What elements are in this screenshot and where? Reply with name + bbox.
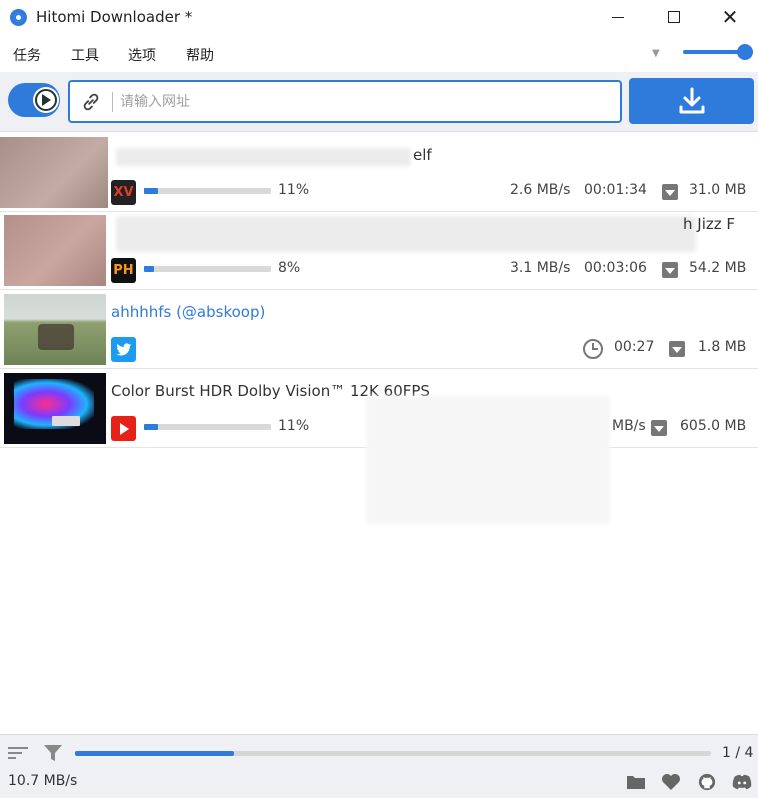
download-title: h Jizz F [683, 215, 736, 233]
title-bar: Hitomi Downloader * ✕ [0, 0, 758, 34]
progress-fill [144, 188, 158, 194]
blurred-title [116, 148, 411, 166]
window-title: Hitomi Downloader * [36, 8, 193, 26]
progress-bar [144, 266, 271, 272]
progress-percent: 11% [278, 418, 310, 434]
thumbnail [4, 294, 106, 365]
file-size-icon [662, 184, 678, 200]
file-size: 1.8 MB [698, 339, 747, 355]
progress-bar [144, 424, 271, 430]
eta: 00:01:34 [584, 182, 647, 198]
clock-icon [583, 339, 603, 359]
download-row[interactable]: h Jizz F PH 8% 3.1 MB/s 00:03:06 54.2 MB [0, 212, 758, 290]
heart-icon[interactable] [661, 773, 681, 791]
download-speed: 3.1 MB/s [510, 260, 571, 276]
blurred-title [116, 216, 696, 252]
file-size: 31.0 MB [689, 182, 747, 198]
clipboard-toggle[interactable] [8, 83, 60, 117]
progress-bar [144, 188, 271, 194]
duration: 00:27 [614, 339, 655, 355]
toolbar [0, 72, 758, 132]
file-size-icon [669, 341, 685, 357]
download-row[interactable]: ahhhhfs (@abskoop) 00:27 1.8 MB [0, 291, 758, 369]
thumbnail [4, 373, 106, 444]
progress-percent: 11% [278, 182, 310, 198]
progress-fill [144, 424, 158, 430]
thumbnail [4, 215, 106, 286]
download-row[interactable]: Color Burst HDR Dolby Vision™ 12K 60FPS … [0, 370, 758, 524]
download-button[interactable] [629, 78, 754, 124]
thumbnail [0, 137, 108, 208]
github-icon[interactable] [697, 773, 717, 791]
url-input[interactable] [120, 90, 610, 114]
total-speed: 10.7 MB/s [8, 773, 78, 789]
close-button[interactable]: ✕ [702, 0, 758, 34]
app-icon [10, 9, 27, 26]
blurred-overlay [366, 396, 610, 524]
menu-bar: 任务 工具 选项 帮助 ▼ [0, 36, 758, 70]
xvideos-icon: XV [111, 180, 136, 205]
filter-icon[interactable] [44, 745, 62, 761]
url-separator [112, 92, 113, 112]
task-count: 1 / 4 [722, 745, 754, 761]
menu-help[interactable]: 帮助 [186, 45, 214, 65]
youtube-icon [111, 416, 136, 441]
close-icon: ✕ [721, 5, 739, 29]
file-size-icon [662, 262, 678, 278]
menu-task[interactable]: 任务 [13, 45, 41, 65]
sort-icon[interactable] [8, 746, 28, 760]
maximize-icon [668, 11, 680, 23]
file-size: 54.2 MB [689, 260, 747, 276]
url-field[interactable] [68, 80, 622, 123]
download-row[interactable]: elf XV 11% 2.6 MB/s 00:01:34 31.0 MB [0, 134, 758, 212]
toggle-knob [33, 87, 59, 113]
download-icon [679, 87, 704, 114]
download-speed: 2.6 MB/s [510, 182, 571, 198]
folder-icon[interactable] [626, 773, 646, 791]
total-progress-fill [75, 751, 234, 756]
discord-icon[interactable] [732, 773, 752, 791]
minimize-icon [612, 16, 624, 18]
opacity-slider-track[interactable] [683, 50, 745, 54]
download-title[interactable]: ahhhhfs (@abskoop) [111, 303, 751, 321]
download-speed: MB/s [612, 418, 646, 434]
file-size: 605.0 MB [680, 418, 747, 434]
menu-options[interactable]: 选项 [128, 45, 156, 65]
link-icon [83, 93, 99, 111]
download-title: elf [413, 146, 432, 164]
menu-tools[interactable]: 工具 [71, 45, 99, 65]
minimize-button[interactable] [590, 0, 646, 34]
chevron-down-icon[interactable]: ▼ [652, 48, 660, 59]
opacity-slider-thumb[interactable] [737, 44, 753, 60]
eta: 00:03:06 [584, 260, 647, 276]
progress-fill [144, 266, 155, 272]
status-bar: 1 / 4 10.7 MB/s [0, 734, 758, 798]
total-progress-bar [75, 751, 711, 756]
progress-percent: 8% [278, 260, 301, 276]
file-size-icon [651, 420, 667, 436]
twitter-icon [111, 337, 136, 362]
play-icon [35, 89, 57, 111]
maximize-button[interactable] [646, 0, 702, 34]
pornhub-icon: PH [111, 258, 136, 283]
